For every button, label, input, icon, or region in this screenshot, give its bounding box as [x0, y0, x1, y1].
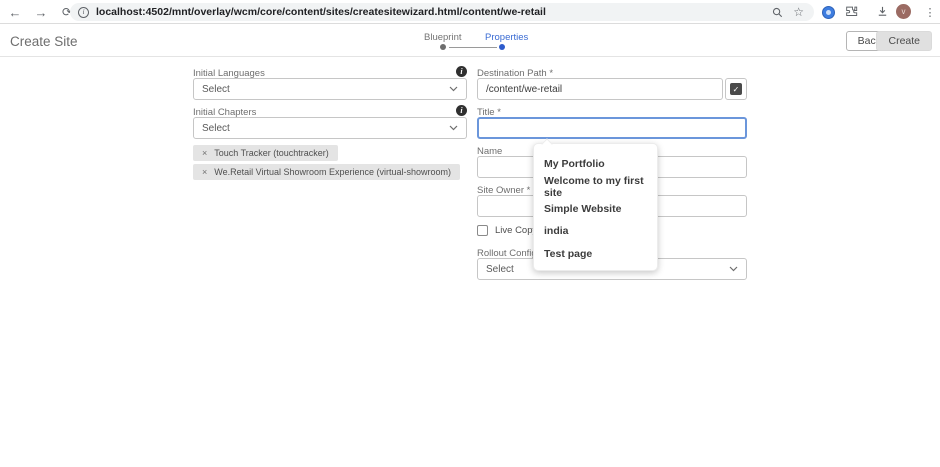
initial-chapters-value: Select [202, 123, 230, 134]
remove-tag-icon[interactable]: × [202, 148, 207, 158]
page-title: Create Site [10, 34, 78, 49]
tag-touch-tracker: × Touch Tracker (touchtracker) [193, 145, 338, 161]
initial-languages-value: Select [202, 84, 230, 95]
step-connector-line [449, 47, 497, 48]
extension-icon[interactable] [822, 6, 835, 19]
create-button[interactable]: Create [876, 31, 932, 51]
autofill-item[interactable]: Welcome to my first site [534, 175, 657, 197]
title-input[interactable] [477, 117, 747, 139]
autofill-item[interactable]: india [534, 220, 657, 242]
initial-languages-info-icon[interactable]: i [456, 66, 467, 77]
step-blueprint[interactable]: Blueprint [424, 32, 462, 43]
chevron-down-icon [449, 84, 458, 95]
step-dot-blueprint [440, 44, 446, 50]
destination-path-input[interactable] [477, 78, 723, 100]
step-properties[interactable]: Properties [485, 32, 528, 43]
browser-menu-icon[interactable]: ⋮ [922, 0, 938, 24]
browser-forward-icon[interactable]: → [30, 0, 52, 24]
tag-label: Touch Tracker (touchtracker) [214, 148, 329, 158]
page-info-icon[interactable]: i [78, 7, 89, 18]
live-copy-checkbox[interactable] [477, 225, 488, 236]
download-icon[interactable] [876, 5, 889, 23]
tag-label: We.Retail Virtual Showroom Experience (v… [214, 167, 451, 177]
initial-languages-select[interactable]: Select [193, 78, 467, 100]
autofill-item[interactable]: Simple Website [534, 198, 657, 220]
step-dot-properties [499, 44, 505, 50]
autofill-dropdown: My Portfolio Welcome to my first site Si… [533, 143, 658, 271]
checked-checkbox-icon: ✓ [730, 83, 742, 95]
wizard-header: Create Site Blueprint Properties Back Cr… [0, 25, 940, 57]
zoom-icon[interactable] [771, 6, 783, 18]
browser-toolbar: ← → ⟳ i localhost:4502/mnt/overlay/wcm/c… [0, 0, 940, 24]
live-copy-label: Live Copy [495, 225, 537, 236]
autofill-item[interactable]: My Portfolio [534, 153, 657, 175]
dropdown-notch [541, 138, 552, 149]
chevron-down-icon [729, 264, 738, 275]
bookmark-star-icon[interactable]: ☆ [793, 5, 804, 19]
url-text[interactable]: localhost:4502/mnt/overlay/wcm/core/cont… [96, 6, 546, 18]
initial-chapters-info-icon[interactable]: i [456, 105, 467, 116]
chevron-down-icon [449, 123, 458, 134]
extensions-puzzle-icon[interactable] [845, 5, 858, 23]
initial-chapters-select[interactable]: Select [193, 117, 467, 139]
live-copy-checkbox-row[interactable]: Live Copy [477, 225, 537, 236]
profile-avatar[interactable]: v [896, 4, 911, 19]
rollout-configs-value: Select [486, 264, 514, 275]
autofill-item[interactable]: Test page [534, 243, 657, 265]
remove-tag-icon[interactable]: × [202, 167, 207, 177]
browser-back-icon[interactable]: ← [4, 0, 26, 24]
path-picker-button[interactable]: ✓ [725, 78, 747, 100]
address-bar[interactable]: i localhost:4502/mnt/overlay/wcm/core/co… [70, 3, 814, 21]
tag-virtual-showroom: × We.Retail Virtual Showroom Experience … [193, 164, 460, 180]
